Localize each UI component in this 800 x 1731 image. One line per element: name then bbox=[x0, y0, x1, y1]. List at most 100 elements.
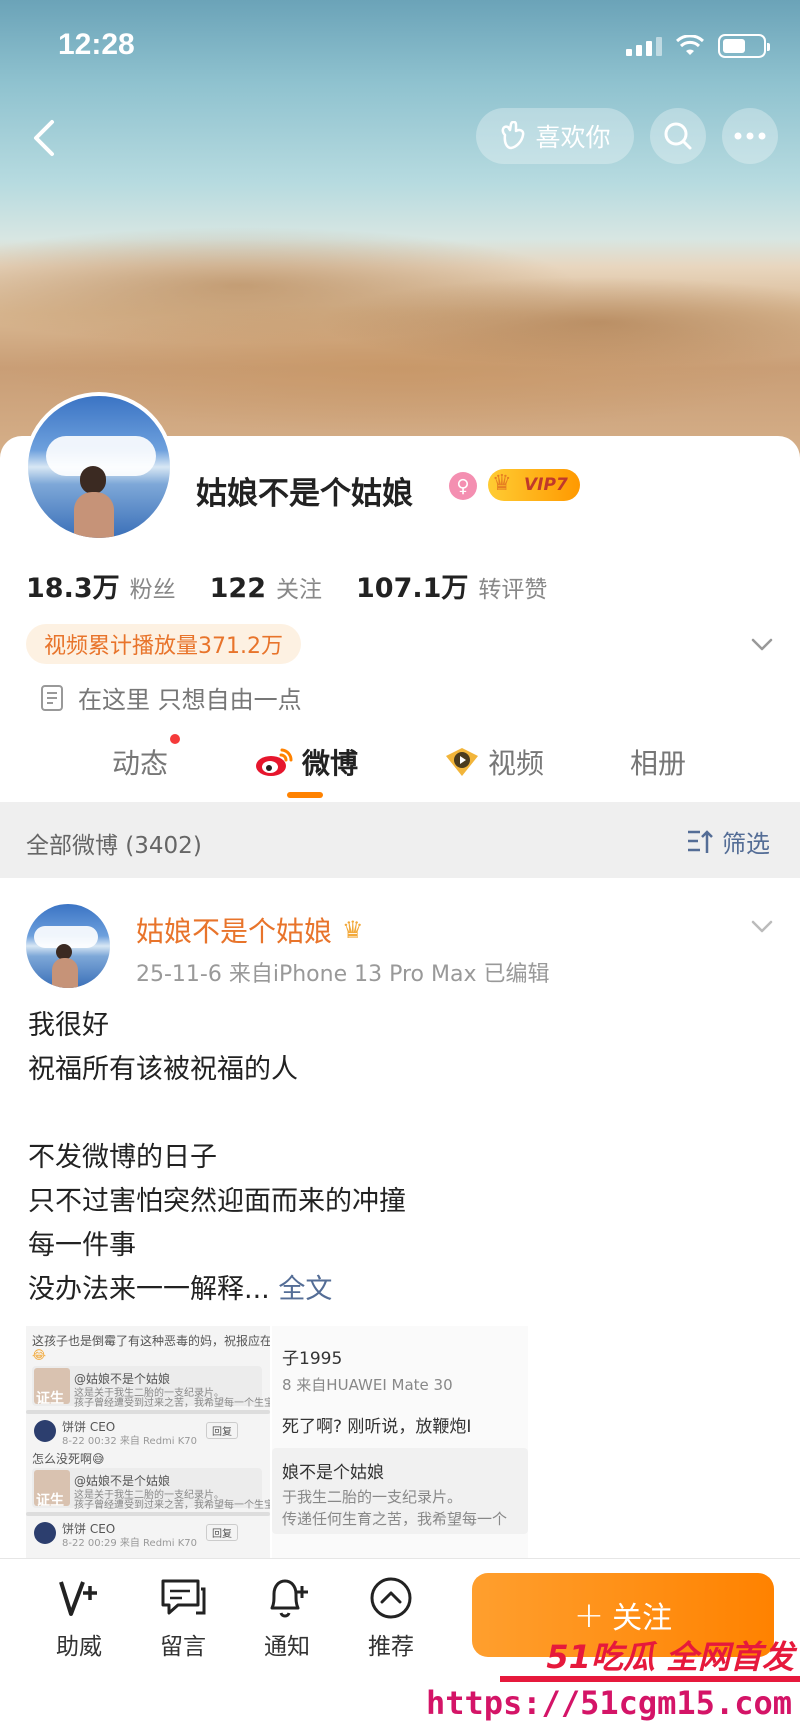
profile-avatar[interactable] bbox=[24, 392, 174, 542]
divider bbox=[26, 1512, 270, 1516]
post-author[interactable]: 姑娘不是个姑娘 ♛ bbox=[136, 910, 364, 950]
message-button[interactable]: 留言 bbox=[143, 1575, 223, 1661]
author-name: 姑娘不是个姑娘 bbox=[136, 915, 333, 948]
support-button[interactable]: 助威 bbox=[39, 1575, 119, 1661]
thumb-time: 8-22 00:29 来自 Redmi K70 bbox=[62, 1538, 198, 1549]
tab-album[interactable]: 相册 bbox=[630, 742, 686, 782]
like-label: 喜欢你 bbox=[535, 123, 611, 152]
plus-icon: + bbox=[573, 1594, 605, 1636]
watermark-url: https://51cgm15.com bbox=[425, 1684, 792, 1722]
weibo-post[interactable]: 姑娘不是个姑娘 ♛ 25-11-6 来自iPhone 13 Pro Max 已编… bbox=[0, 878, 800, 1558]
tab-label: 微博 bbox=[302, 747, 359, 780]
vip-label: VIP7 bbox=[524, 475, 568, 495]
post-image-1[interactable]: 这孩子也是倒霉了有这种恶毒的妈，祝报应在他身上 😂 证生 @姑娘不是个姑娘 这是… bbox=[26, 1326, 270, 1558]
post-line: 祝福所有该被祝福的人 bbox=[28, 1054, 298, 1085]
follow-label: 关注 bbox=[612, 1601, 673, 1636]
chevron-down-icon[interactable] bbox=[748, 912, 776, 940]
stat-interactions[interactable]: 107.1万 转评赞 bbox=[356, 566, 547, 605]
crown-icon: ♛ bbox=[342, 916, 364, 944]
filter-label: 筛选 bbox=[722, 830, 770, 858]
notification-dot bbox=[170, 734, 180, 744]
thumb-badge: 证生 bbox=[36, 1391, 64, 1407]
profile-stats: 18.3万 粉丝 122 关注 107.1万 转评赞 bbox=[26, 566, 547, 605]
status-time: 12:28 bbox=[58, 28, 135, 61]
video-play-count-badge[interactable]: 视频累计播放量371.2万 bbox=[26, 624, 301, 664]
thumb-text: 怎么没死啊😅 bbox=[32, 1452, 105, 1466]
support-label: 助威 bbox=[56, 1634, 102, 1660]
thumb-text: 8 来自HUAWEI Mate 30 bbox=[282, 1376, 453, 1394]
thumb-text: 孩子曾经遭受到过来之苦，我希望每一个生宝宝可以平 bbox=[74, 1500, 270, 1511]
thumb-text: 子1995 bbox=[282, 1349, 343, 1369]
stat-label: 关注 bbox=[276, 577, 322, 603]
filter-button[interactable]: 筛选 bbox=[686, 824, 770, 859]
thumb-text: 死了啊? 刚听说，放鞭炮I bbox=[282, 1417, 472, 1437]
signal-icon bbox=[626, 36, 662, 56]
divider bbox=[26, 1410, 270, 1414]
v-plus-icon bbox=[56, 1575, 102, 1621]
comment-icon bbox=[160, 1575, 206, 1621]
post-line: 每一件事 bbox=[28, 1230, 136, 1261]
post-line: 我很好 bbox=[28, 1010, 109, 1041]
notify-label: 通知 bbox=[264, 1634, 310, 1660]
back-button[interactable] bbox=[18, 112, 70, 164]
stat-label: 转评赞 bbox=[478, 577, 548, 603]
watermark-slogan: 51吃瓜 全网首发 bbox=[546, 1638, 794, 1676]
post-meta: 25-11-6 来自iPhone 13 Pro Max 已编辑 bbox=[136, 962, 550, 987]
filter-sort-icon bbox=[688, 829, 713, 853]
notify-button[interactable]: 通知 bbox=[247, 1575, 327, 1661]
chevron-down-icon[interactable] bbox=[748, 630, 776, 658]
bio-text: 在这里 只想自由一点 bbox=[78, 686, 302, 714]
post-line: 没办法来一一解释... bbox=[28, 1274, 270, 1305]
search-button[interactable] bbox=[650, 108, 706, 164]
stat-value: 107.1万 bbox=[356, 573, 469, 604]
search-icon bbox=[664, 122, 692, 150]
tab-video[interactable]: 视频 bbox=[444, 742, 544, 782]
more-dots-icon bbox=[734, 132, 766, 140]
tab-label: 视频 bbox=[488, 747, 545, 780]
video-badge-icon bbox=[446, 748, 478, 776]
all-weibo-count[interactable]: 全部微博 (3402) bbox=[26, 826, 202, 860]
filter-bar: 全部微博 (3402) 筛选 bbox=[0, 802, 800, 878]
document-icon bbox=[41, 684, 63, 711]
female-icon: ♀ bbox=[449, 472, 477, 500]
thumb-text: 于我生二胎的一支纪录片。 bbox=[282, 1488, 463, 1506]
tab-weibo[interactable]: 微博 bbox=[254, 742, 358, 782]
recommend-label: 推荐 bbox=[368, 1634, 414, 1660]
thumb-reply-btn: 回复 bbox=[206, 1422, 238, 1439]
weibo-logo-icon bbox=[256, 748, 293, 776]
tab-label: 相册 bbox=[630, 747, 687, 780]
active-tab-indicator bbox=[287, 792, 323, 798]
vip-badge[interactable]: ♛ VIP7 bbox=[488, 469, 580, 501]
profile-tabs: 动态 微博 视频 相册 bbox=[0, 730, 800, 802]
read-more-link[interactable]: 全文 bbox=[278, 1274, 332, 1305]
profile-bio: 在这里 只想自由一点 bbox=[40, 680, 302, 715]
chevron-left-icon bbox=[34, 120, 54, 156]
tab-dynamics[interactable]: 动态 bbox=[112, 742, 168, 782]
stat-following[interactable]: 122 关注 bbox=[210, 570, 322, 604]
recommend-button[interactable]: 推荐 bbox=[351, 1575, 431, 1661]
thumb-text: 孩子曾经遭受到过来之苦，我希望每一个生宝宝可以平 bbox=[74, 1398, 270, 1409]
hand-heart-icon bbox=[502, 121, 525, 150]
emoji-icon: 😂 bbox=[32, 1348, 47, 1362]
stat-value: 122 bbox=[209, 573, 266, 604]
profile-name: 姑娘不是个姑娘 bbox=[196, 476, 413, 512]
post-image-2[interactable]: 子1995 8 来自HUAWEI Mate 30 死了啊? 刚听说，放鞭炮I 娘… bbox=[272, 1326, 528, 1558]
thumb-text: 娘不是个姑娘 bbox=[282, 1463, 384, 1483]
post-avatar[interactable] bbox=[26, 904, 110, 988]
tab-label: 动态 bbox=[112, 747, 169, 780]
watermark-underline bbox=[500, 1676, 800, 1682]
more-button[interactable] bbox=[722, 108, 778, 164]
thumb-avatar bbox=[34, 1420, 56, 1442]
bell-plus-icon bbox=[264, 1575, 310, 1621]
like-button[interactable]: 喜欢你 bbox=[476, 108, 634, 164]
thumb-text: 传递任何生育之苦，我希望每一个 bbox=[282, 1510, 508, 1528]
post-text: 我很好 祝福所有该被祝福的人 不发微博的日子 只不过害怕突然迎面而来的冲撞 每一… bbox=[28, 1004, 768, 1312]
status-icons bbox=[626, 34, 770, 58]
stat-value: 18.3万 bbox=[26, 573, 120, 604]
thumb-time: 8-22 00:32 来自 Redmi K70 bbox=[62, 1436, 198, 1447]
thumb-text: 这孩子也是倒霉了有这种恶毒的妈，祝报应在他身上 bbox=[32, 1334, 270, 1348]
post-line-last: 没办法来一一解释... 全文 bbox=[28, 1268, 768, 1312]
post-line-blank bbox=[28, 1092, 768, 1136]
stat-fans[interactable]: 18.3万 粉丝 bbox=[26, 566, 176, 605]
battery-icon bbox=[718, 34, 770, 58]
